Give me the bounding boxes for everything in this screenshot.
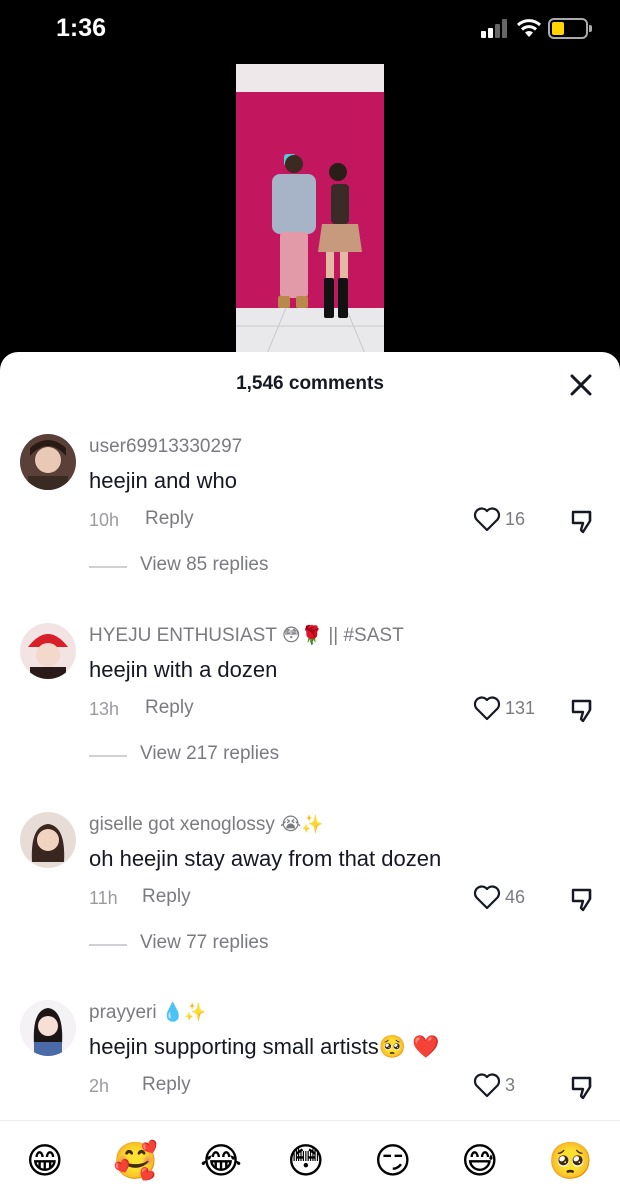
status-bar: 1:36 — [0, 0, 620, 60]
avatar[interactable] — [20, 434, 76, 490]
comment-count: 1,546 comments — [236, 373, 384, 394]
cellular-signal-icon — [481, 18, 511, 38]
comment-text: heejin and who — [89, 468, 238, 493]
thumbs-down-icon[interactable] — [568, 1072, 598, 1102]
emoji-button[interactable]: 🥰 — [113, 1139, 158, 1183]
heart-icon — [473, 696, 501, 721]
reply-button[interactable]: Reply — [142, 886, 191, 908]
like-count: 3 — [505, 1075, 516, 1095]
emoji-quick-bar: 😁 🥰 😂 😳 😏 😅 🥺 — [0, 1120, 620, 1200]
comment-time: 11h — [89, 888, 118, 908]
reply-button[interactable]: Reply — [142, 1074, 191, 1096]
heart-icon — [473, 507, 501, 532]
like-count: 46 — [505, 887, 526, 907]
emoji-button[interactable]: 😳 — [287, 1139, 325, 1183]
comment-time: 10h — [89, 510, 120, 530]
battery-icon — [548, 18, 592, 39]
comment-username[interactable]: user69913330297 — [89, 436, 242, 458]
comment-text: heejin with a dozen — [89, 657, 278, 682]
wifi-icon — [516, 19, 542, 37]
emoji-button[interactable]: 😏 — [374, 1139, 412, 1183]
thumbs-down-icon[interactable] — [568, 506, 598, 536]
comment-username[interactable]: HYEJU ENTHUSIAST 😳🌹 || #SAST — [89, 625, 404, 647]
thumbs-down-icon[interactable] — [568, 695, 598, 725]
avatar[interactable] — [20, 812, 76, 868]
emoji-button[interactable]: 🥺 — [548, 1139, 593, 1183]
avatar[interactable] — [20, 623, 76, 679]
reply-button[interactable]: Reply — [145, 508, 194, 530]
emoji-button[interactable]: 😁 — [26, 1139, 64, 1183]
like-button[interactable]: 16 — [473, 506, 553, 534]
comment-username[interactable]: prayyeri 💧✨ — [89, 1002, 207, 1024]
like-button[interactable]: 131 — [473, 695, 553, 723]
thumbs-down-icon[interactable] — [568, 884, 598, 914]
video-frame-image — [236, 64, 384, 356]
avatar[interactable] — [20, 1000, 76, 1056]
like-button[interactable]: 46 — [473, 884, 553, 912]
video-preview[interactable] — [236, 64, 384, 356]
comments-sheet: 1,546 comments user69913330297 heejin an… — [0, 352, 620, 1200]
sheet-header: 1,546 comments — [0, 352, 620, 416]
emoji-button[interactable]: 😂 — [200, 1139, 242, 1183]
heart-icon — [473, 885, 501, 910]
comment-time: 13h — [89, 699, 120, 719]
comment-text: oh heejin stay away from that dozen — [89, 846, 442, 871]
close-icon[interactable] — [566, 370, 596, 400]
comment-time: 2h — [89, 1076, 110, 1096]
status-time: 1:36 — [56, 14, 107, 42]
reply-button[interactable]: Reply — [145, 697, 194, 719]
like-count: 131 — [505, 698, 536, 718]
like-count: 16 — [505, 509, 526, 529]
emoji-button[interactable]: 😅 — [461, 1139, 499, 1183]
heart-icon — [473, 1073, 501, 1098]
comment-username[interactable]: giselle got xenoglossy 😭✨ — [89, 814, 324, 836]
like-button[interactable]: 3 — [473, 1072, 553, 1100]
comment-text: heejin supporting small artists🥺 ❤️ — [89, 1034, 440, 1059]
